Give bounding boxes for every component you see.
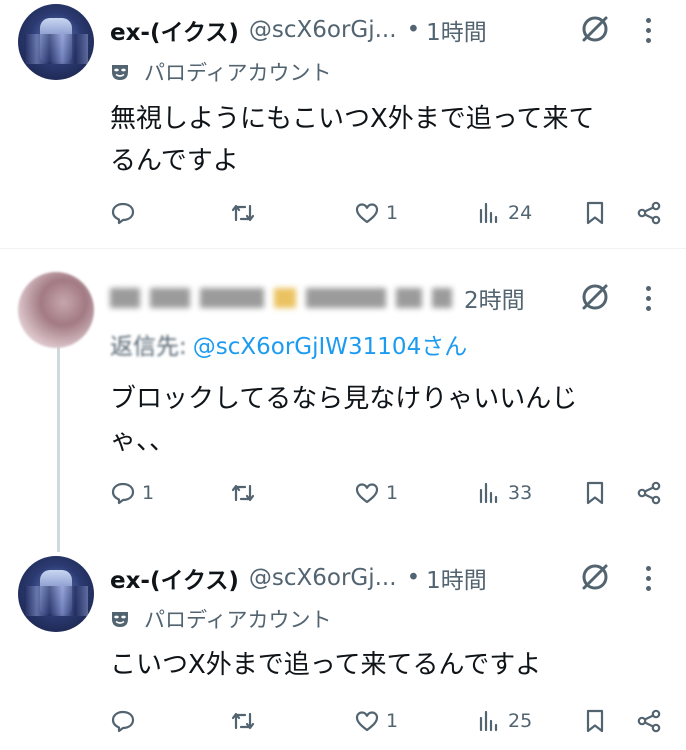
view-count: 25 [508,710,533,732]
separator-dot: • [406,565,421,591]
tweet-text: こいつX外まで追って来てるんですよ [110,644,670,686]
tweet-text-line: こいつX外まで追って来てるんですよ [110,650,542,680]
parody-label: パロディアカウント [110,603,332,635]
share-icon [637,709,661,733]
timestamp[interactable]: 1時間 [426,561,487,595]
action-bar: 1 25 [110,704,670,738]
reply-button[interactable] [110,704,142,738]
display-name[interactable]: ex-(イクス) [110,561,239,595]
tweet-3[interactable]: ex-(イクス) @scX6orGj... • 1時間 パロディアカウント こい… [0,0,686,750]
more-options-icon[interactable] [636,560,660,596]
user-handle[interactable]: @scX6orGj... [249,565,397,591]
bookmark-button[interactable] [582,704,608,738]
like-button[interactable]: 1 [354,704,398,738]
reply-icon [111,710,135,733]
repost-button[interactable] [230,704,256,738]
share-button[interactable] [636,704,662,738]
views-button[interactable]: 25 [476,704,532,738]
parody-label-text: パロディアカウント [144,608,332,632]
analytics-icon [479,710,498,732]
like-count: 1 [386,710,399,732]
tweet-header: ex-(イクス) @scX6orGj... • 1時間 [110,560,487,596]
avatar[interactable] [18,556,94,632]
grok-icon[interactable] [578,560,612,594]
repost-icon [231,712,255,730]
bookmark-icon [586,709,604,733]
heart-icon [355,711,379,732]
mask-icon [112,612,128,627]
